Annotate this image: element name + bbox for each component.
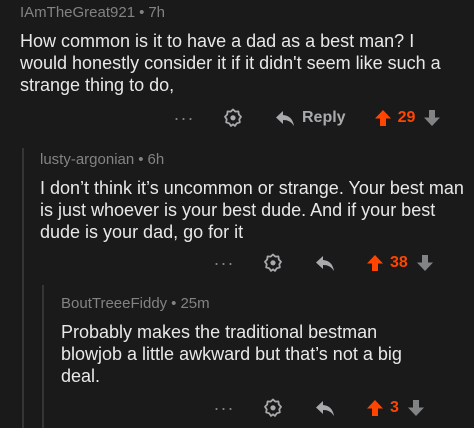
separator-dot: • [139,4,145,21]
comment-2-actions: ··· 38 [212,248,436,278]
downvote-arrow-icon[interactable] [421,107,443,129]
thread-line-level-1[interactable] [22,148,24,428]
comment-body: I don’t think it’s uncommon or strange. … [40,178,464,242]
separator-dot: • [171,295,177,312]
upvote-arrow-icon[interactable] [364,397,386,419]
more-options-icon[interactable]: ··· [212,398,236,419]
comment-body: Probably makes the traditional bestman b… [61,322,402,386]
timestamp: 7h [148,4,166,21]
reply-arrow-icon[interactable] [314,397,336,419]
thread-line-level-2[interactable] [42,285,44,428]
author-username[interactable]: BoutTreeeFiddy [61,295,167,312]
comment-body: How common is it to have a dad as a best… [20,31,441,95]
downvote-arrow-icon[interactable] [414,252,436,274]
reply-label: Reply [302,109,346,126]
author-username[interactable]: IAmTheGreat921 [20,4,135,21]
comment-1-actions: ··· Reply 29 [172,103,443,133]
vote-score: 38 [390,254,408,271]
downvote-arrow-icon[interactable] [405,397,427,419]
reply-button[interactable]: Reply [274,107,346,129]
more-options-icon[interactable]: ··· [172,108,196,129]
award-icon[interactable] [262,252,284,274]
award-icon[interactable] [262,397,284,419]
comment-3-actions: ··· 3 [212,393,427,423]
timestamp: 25m [180,295,210,312]
comment-meta: IAmTheGreat921 • 7h [20,4,465,21]
comment-3: BoutTreeeFiddy • 25m Probably makes the tr… [61,295,421,387]
author-username[interactable]: lusty-argonian [40,151,134,168]
more-options-icon[interactable]: ··· [212,253,236,274]
upvote-arrow-icon[interactable] [372,107,394,129]
award-icon[interactable] [222,107,244,129]
upvote-arrow-icon[interactable] [364,252,386,274]
separator-dot: • [138,151,144,168]
reply-arrow-icon[interactable] [314,252,336,274]
timestamp: 6h [147,151,165,168]
comment-meta: lusty-argonian • 6h [40,151,465,168]
reply-arrow-icon [274,107,296,129]
vote-score: 29 [397,109,416,126]
vote-score: 3 [390,399,399,416]
comment-meta: BoutTreeeFiddy • 25m [61,295,421,312]
comment-2: lusty-argonian • 6h I don’t think it’s unc… [40,151,465,243]
comment-1: IAmTheGreat921 • 7h How common is it to ha… [20,4,465,96]
